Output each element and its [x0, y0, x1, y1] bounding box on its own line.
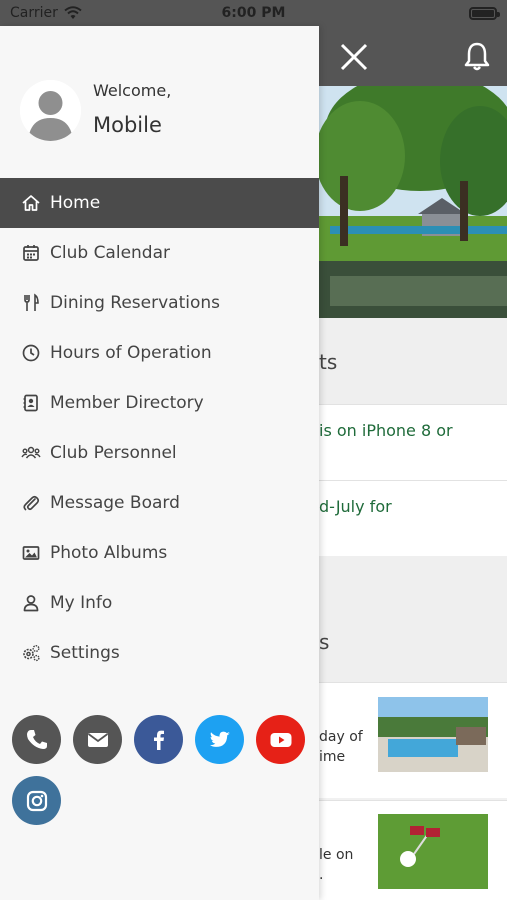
- home-icon: [20, 192, 42, 214]
- wifi-icon: [64, 6, 82, 19]
- phone-button[interactable]: [12, 715, 61, 764]
- people-icon: [20, 442, 42, 464]
- golf-thumbnail: [378, 814, 488, 889]
- menu-item-photo-albums[interactable]: Photo Albums: [0, 528, 319, 578]
- facebook-button[interactable]: [134, 715, 183, 764]
- phone-icon: [26, 729, 47, 749]
- battery-icon: [469, 6, 500, 20]
- instagram-icon: [26, 790, 47, 811]
- menu-item-label: Club Personnel: [50, 443, 177, 463]
- events-heading: ts: [319, 350, 338, 374]
- youtube-button[interactable]: [256, 715, 305, 764]
- event-item-text: is on iPhone 8 or: [319, 421, 453, 440]
- user-name: Mobile: [93, 113, 162, 137]
- menu-item-label: Hours of Operation: [50, 343, 212, 363]
- clock-icon: [20, 342, 42, 364]
- menu-item-dining-reservations[interactable]: Dining Reservations: [0, 278, 319, 328]
- twitter-button[interactable]: [195, 715, 244, 764]
- news-item-text: day of ime: [319, 727, 363, 767]
- facebook-icon: [153, 730, 164, 750]
- status-bar: Carrier 6:00 PM: [0, 0, 507, 26]
- close-icon[interactable]: [338, 41, 370, 73]
- menu-item-label: Message Board: [50, 493, 180, 513]
- menu-item-hours-of-operation[interactable]: Hours of Operation: [0, 328, 319, 378]
- menu-item-label: Club Calendar: [50, 243, 171, 263]
- welcome-text: Welcome,: [93, 81, 172, 100]
- contact-card-icon: [20, 392, 42, 414]
- drawer-menu: Home Club Calendar Dining Reservations H…: [0, 178, 319, 678]
- pool-thumbnail: [378, 697, 488, 772]
- event-item-text: d-July for: [319, 497, 392, 516]
- menu-item-label: Settings: [50, 643, 120, 663]
- menu-item-club-personnel[interactable]: Club Personnel: [0, 428, 319, 478]
- user-icon: [20, 592, 42, 614]
- menu-item-label: My Info: [50, 593, 113, 613]
- news-line: day of: [319, 729, 363, 745]
- menu-item-label: Dining Reservations: [50, 293, 220, 313]
- calendar-icon: [20, 242, 42, 264]
- menu-item-my-info[interactable]: My Info: [0, 578, 319, 628]
- menu-item-settings[interactable]: Settings: [0, 628, 319, 678]
- news-item-text: le on .: [319, 845, 353, 885]
- news-line: .: [319, 867, 324, 883]
- utensils-icon: [20, 292, 42, 314]
- menu-item-label: Home: [50, 193, 101, 213]
- navigation-drawer: Welcome, Mobile Home Club Calendar Dinin…: [0, 26, 319, 900]
- menu-item-label: Member Directory: [50, 393, 204, 413]
- instagram-button[interactable]: [12, 776, 61, 825]
- bell-icon[interactable]: [461, 40, 493, 72]
- menu-item-home[interactable]: Home: [0, 178, 319, 228]
- avatar[interactable]: [20, 80, 81, 141]
- menu-item-label: Photo Albums: [50, 543, 168, 563]
- news-line: le on: [319, 847, 354, 863]
- gears-icon: [20, 642, 42, 664]
- email-icon: [87, 732, 108, 747]
- menu-item-message-board[interactable]: Message Board: [0, 478, 319, 528]
- profile-header: Welcome, Mobile: [0, 26, 319, 178]
- youtube-icon: [270, 732, 291, 747]
- image-icon: [20, 542, 42, 564]
- carrier-label: Carrier: [10, 5, 58, 21]
- paperclip-icon: [20, 492, 42, 514]
- twitter-icon: [209, 731, 230, 747]
- menu-item-member-directory[interactable]: Member Directory: [0, 378, 319, 428]
- menu-item-club-calendar[interactable]: Club Calendar: [0, 228, 319, 278]
- status-left: Carrier: [10, 5, 82, 21]
- news-line: ime: [319, 749, 346, 765]
- news-heading: s: [319, 630, 330, 654]
- email-button[interactable]: [73, 715, 122, 764]
